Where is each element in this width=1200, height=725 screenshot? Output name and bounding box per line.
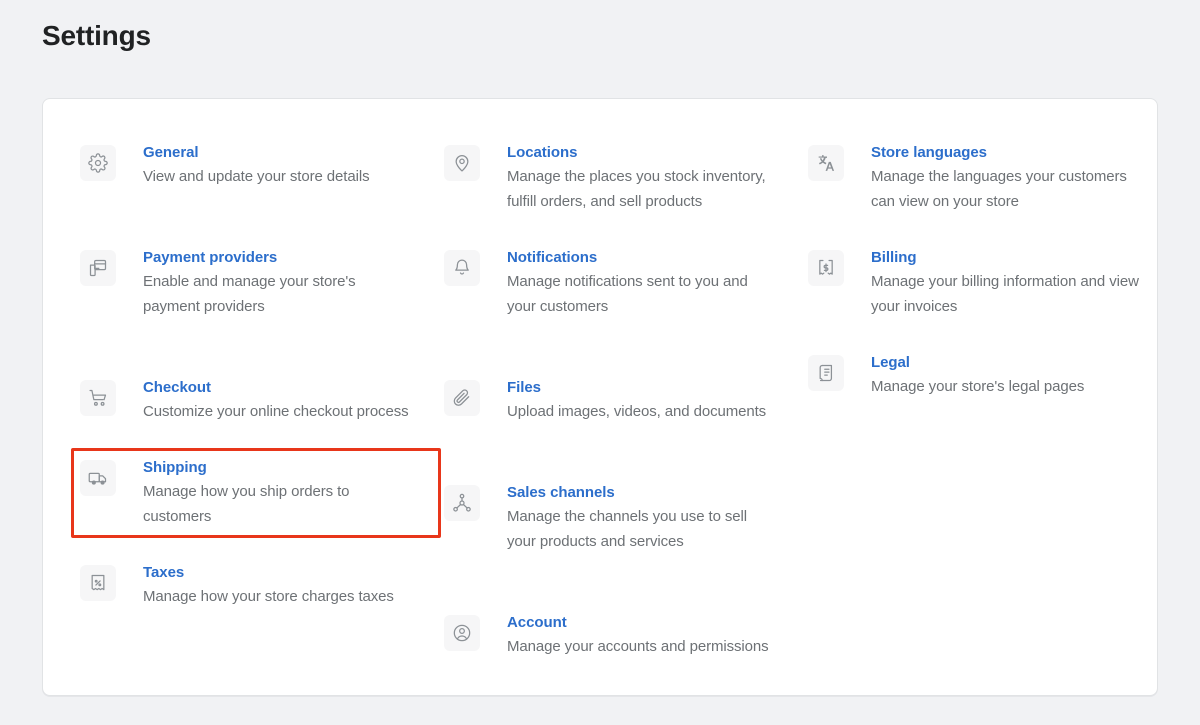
setting-item-text: Checkout Customize your online checkout … (143, 377, 409, 424)
setting-item-description: Manage the places you stock inventory, f… (507, 164, 775, 214)
setting-item-text: Sales channels Manage the channels you u… (507, 482, 775, 554)
setting-item-sales-channels[interactable]: Sales channels Manage the channels you u… (435, 473, 805, 563)
setting-item-text: Notifications Manage notifications sent … (507, 247, 775, 319)
setting-item-locations[interactable]: Locations Manage the places you stock in… (435, 133, 805, 223)
setting-item-text: Shipping Manage how you ship orders to c… (143, 457, 411, 529)
setting-item-checkout[interactable]: Checkout Customize your online checkout … (71, 368, 441, 433)
paperclip-icon (444, 380, 480, 416)
setting-item-files[interactable]: Files Upload images, videos, and documen… (435, 368, 805, 433)
setting-item-text: General View and update your store detai… (143, 142, 369, 189)
setting-item-title[interactable]: Sales channels (507, 482, 775, 503)
setting-item-title[interactable]: Notifications (507, 247, 775, 268)
settings-column-3: Store languages Manage the languages you… (805, 133, 1169, 408)
settings-column-1: General View and update your store detai… (77, 133, 441, 618)
setting-item-title[interactable]: Checkout (143, 377, 409, 398)
setting-item-description: Manage your store's legal pages (871, 374, 1084, 399)
setting-item-account[interactable]: Account Manage your accounts and permiss… (435, 603, 805, 668)
setting-item-text: Store languages Manage the languages you… (871, 142, 1139, 214)
setting-item-title[interactable]: Shipping (143, 457, 411, 478)
setting-item-store-languages[interactable]: Store languages Manage the languages you… (799, 133, 1169, 223)
setting-item-description: Manage your accounts and permissions (507, 634, 769, 659)
setting-item-text: Payment providers Enable and manage your… (143, 247, 411, 319)
setting-item-description: Manage how your store charges taxes (143, 584, 394, 609)
page-title: Settings (42, 18, 151, 54)
dollar-receipt-icon (808, 250, 844, 286)
setting-item-title[interactable]: General (143, 142, 369, 163)
translate-language-icon (808, 145, 844, 181)
setting-item-title[interactable]: Legal (871, 352, 1084, 373)
setting-item-notifications[interactable]: Notifications Manage notifications sent … (435, 238, 805, 328)
legal-scroll-icon (808, 355, 844, 391)
setting-item-billing[interactable]: Billing Manage your billing information … (799, 238, 1169, 328)
setting-item-taxes[interactable]: Taxes Manage how your store charges taxe… (71, 553, 441, 618)
bell-icon (444, 250, 480, 286)
setting-item-description: Manage notifications sent to you and you… (507, 269, 775, 319)
percent-receipt-icon (80, 565, 116, 601)
setting-item-description: Manage your billing information and view… (871, 269, 1139, 319)
setting-item-title[interactable]: Payment providers (143, 247, 411, 268)
setting-item-description: Manage the channels you use to sell your… (507, 504, 775, 554)
settings-card: General View and update your store detai… (42, 98, 1158, 696)
setting-item-title[interactable]: Billing (871, 247, 1139, 268)
setting-item-legal[interactable]: Legal Manage your store's legal pages (799, 343, 1169, 408)
setting-item-title[interactable]: Taxes (143, 562, 394, 583)
setting-item-title[interactable]: Store languages (871, 142, 1139, 163)
setting-item-shipping[interactable]: Shipping Manage how you ship orders to c… (71, 448, 441, 538)
setting-item-title[interactable]: Locations (507, 142, 775, 163)
account-person-icon (444, 615, 480, 651)
setting-item-text: Legal Manage your store's legal pages (871, 352, 1084, 399)
setting-item-title[interactable]: Account (507, 612, 769, 633)
setting-item-description: View and update your store details (143, 164, 369, 189)
setting-item-description: Manage how you ship orders to customers (143, 479, 411, 529)
setting-item-description: Enable and manage your store's payment p… (143, 269, 411, 319)
delivery-truck-icon (80, 460, 116, 496)
setting-item-text: Account Manage your accounts and permiss… (507, 612, 769, 659)
setting-item-title[interactable]: Files (507, 377, 766, 398)
setting-item-text: Billing Manage your billing information … (871, 247, 1139, 319)
setting-item-payment-providers[interactable]: Payment providers Enable and manage your… (71, 238, 441, 328)
setting-item-description: Upload images, videos, and documents (507, 399, 766, 424)
setting-item-general[interactable]: General View and update your store detai… (71, 133, 441, 198)
setting-item-description: Customize your online checkout process (143, 399, 409, 424)
location-pin-icon (444, 145, 480, 181)
setting-item-text: Files Upload images, videos, and documen… (507, 377, 766, 424)
settings-grid: General View and update your store detai… (77, 133, 1139, 668)
settings-column-2: Locations Manage the places you stock in… (441, 133, 805, 668)
sales-channels-nodes-icon (444, 485, 480, 521)
payment-cards-icon (80, 250, 116, 286)
setting-item-description: Manage the languages your customers can … (871, 164, 1139, 214)
shopping-cart-icon (80, 380, 116, 416)
setting-item-text: Locations Manage the places you stock in… (507, 142, 775, 214)
setting-item-text: Taxes Manage how your store charges taxe… (143, 562, 394, 609)
gear-icon (80, 145, 116, 181)
